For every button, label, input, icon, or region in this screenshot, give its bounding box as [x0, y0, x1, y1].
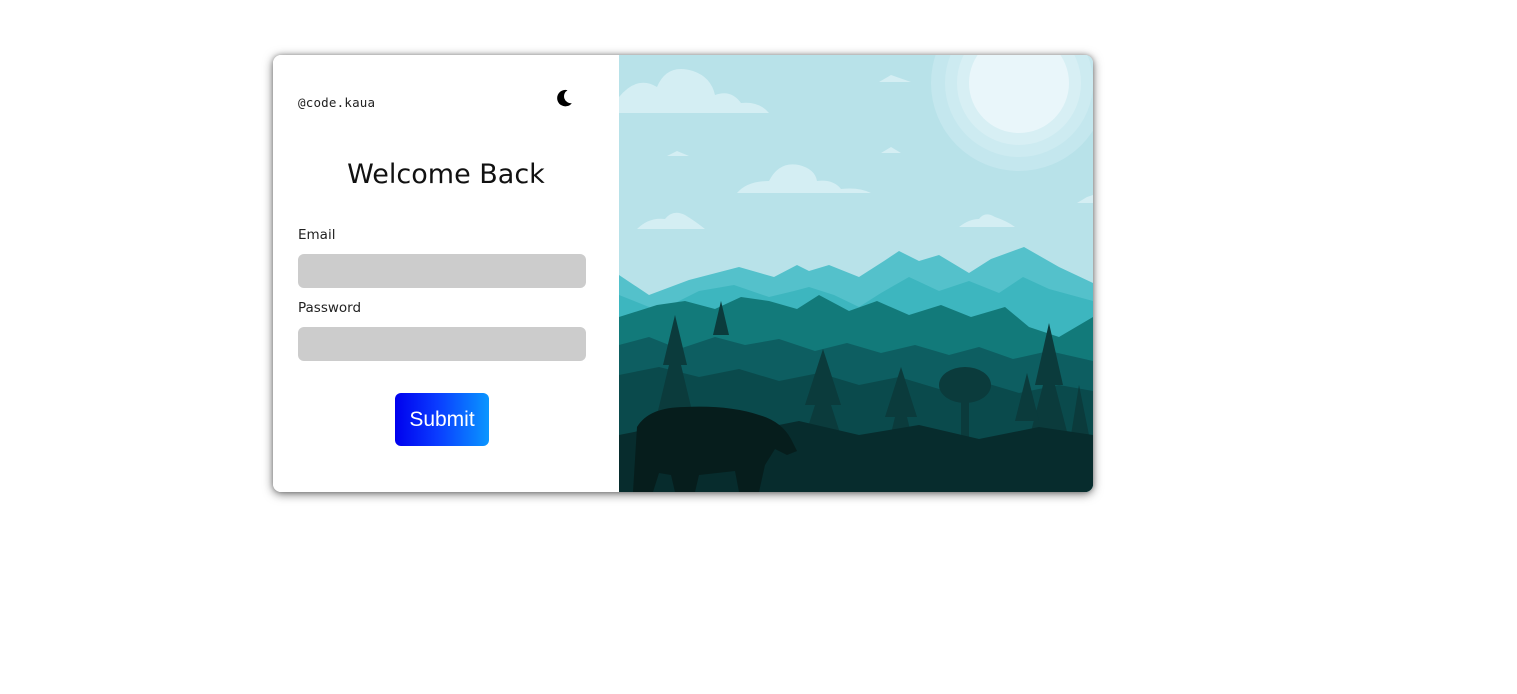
submit-button[interactable]: Submit: [395, 393, 489, 446]
password-label: Password: [298, 300, 362, 316]
page-title: Welcome Back: [347, 159, 545, 190]
brand-handle: @code.kaua: [298, 95, 376, 110]
mountain-landscape-illustration: [619, 55, 1093, 492]
password-field[interactable]: [298, 327, 586, 361]
login-form-panel: @code.kaua Welcome Back Email Password S…: [273, 55, 619, 492]
email-label: Email: [298, 227, 336, 243]
email-field[interactable]: [298, 254, 586, 288]
login-card: @code.kaua Welcome Back Email Password S…: [273, 55, 1093, 492]
moon-icon[interactable]: [554, 88, 574, 108]
